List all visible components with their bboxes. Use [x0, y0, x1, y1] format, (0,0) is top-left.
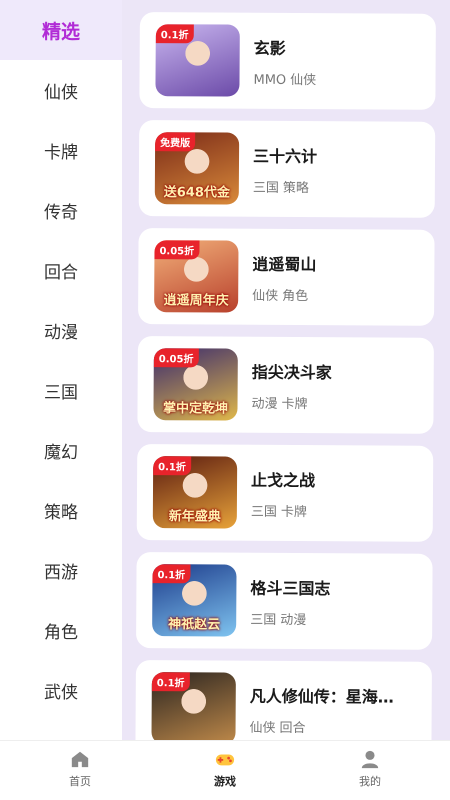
game-tag: 角色	[282, 288, 309, 304]
game-tag: 仙侠	[252, 288, 279, 304]
game-title: 指尖决斗家	[251, 362, 332, 382]
game-tag: 卡牌	[280, 504, 307, 520]
game-info: 指尖决斗家动漫 卡牌	[251, 358, 433, 412]
game-tags: 三国 动漫	[250, 608, 432, 628]
game-tag: 仙侠	[290, 72, 317, 88]
category-item[interactable]: 角色	[0, 600, 122, 660]
category-item[interactable]: 动漫	[0, 300, 122, 360]
nav-games-label: 游戏	[214, 775, 236, 788]
category-item[interactable]: 回合	[0, 240, 122, 300]
app-root: 精选 仙侠 卡牌 传奇 回合 动漫 三国 魔幻 策略 西游 角色 武侠 0.1折 玄影 MMO 仙侠 免费版送…	[0, 0, 450, 800]
game-card[interactable]: 0.05折 逍遥周年庆 逍遥蜀山 仙侠 角色	[138, 228, 435, 326]
category-item[interactable]: 传奇	[0, 180, 122, 240]
game-tags: 动漫 卡牌	[251, 392, 433, 412]
thumbnail-caption: 掌中定乾坤	[162, 401, 229, 417]
category-item[interactable]: 精选	[0, 0, 122, 60]
game-title: 三十六计	[252, 146, 318, 166]
game-card[interactable]: 0.05折 掌中定乾坤 指尖决斗家 动漫 卡牌	[137, 336, 434, 434]
discount-badge: 免费版	[155, 132, 196, 152]
game-tag: 回合	[279, 720, 306, 736]
category-item[interactable]: 仙侠	[0, 60, 122, 120]
game-tags: 三国 卡牌	[251, 500, 433, 520]
game-tag: 卡牌	[281, 396, 308, 412]
category-sidebar: 精选 仙侠 卡牌 传奇 回合 动漫 三国 魔幻 策略 西游 角色 武侠	[0, 0, 122, 740]
game-info: 玄影 MMO 仙侠	[253, 34, 435, 88]
game-thumbnail: 0.1折新年盛典	[152, 456, 238, 529]
game-info: 三十六计三国 策略	[253, 142, 435, 196]
thumbnail-caption: 送648代金	[163, 185, 230, 201]
game-card[interactable]: 0.1折 新年盛典 止戈之战 三国 卡牌	[136, 444, 434, 542]
game-tags: MMO 仙侠	[253, 68, 435, 88]
game-card[interactable]: 0.1折凡人修仙传：星海飞驰仙侠 回合	[135, 660, 432, 740]
category-item[interactable]: 西游	[0, 540, 122, 600]
nav-home[interactable]: 首页	[40, 741, 120, 800]
game-title: 凡人修仙传：星海飞驰	[249, 686, 400, 707]
thumbnail-caption: 新年盛典	[168, 509, 221, 525]
game-tag: 策略	[282, 180, 309, 196]
game-thumbnail: 0.05折掌中定乾坤	[153, 348, 238, 421]
discount-badge: 0.05折	[153, 348, 199, 368]
user-icon	[361, 750, 379, 769]
game-info: 格斗三国志三国 动漫	[250, 574, 432, 628]
game-card[interactable]: 0.1折 神祇赵云 格斗三国志 三国 动漫	[136, 552, 433, 650]
game-tag: MMO	[253, 72, 287, 88]
game-tag: 仙侠	[249, 720, 276, 736]
game-title: 格斗三国志	[250, 578, 331, 598]
game-title: 玄影	[253, 38, 286, 58]
game-info: 凡人修仙传：星海飞驰仙侠 回合	[250, 682, 432, 736]
game-thumbnail: 0.1折	[155, 24, 240, 97]
game-card[interactable]: 免费版 送648代金 三十六计 三国 策略	[138, 120, 436, 218]
game-title: 逍遥蜀山	[252, 254, 317, 274]
game-tag: 三国	[252, 180, 279, 196]
gamepad-icon	[215, 754, 235, 766]
character-art	[177, 38, 218, 89]
thumbnail-caption: 神祇赵云	[168, 617, 221, 633]
discount-badge: 0.1折	[152, 564, 191, 584]
discount-badge: 0.05折	[154, 240, 200, 260]
game-list-area[interactable]: 0.1折 玄影 MMO 仙侠 免费版 送648代金 三十六计 三国 策略 0.05折 逍遥周年庆 逍遥…	[122, 0, 450, 740]
game-thumbnail: 0.05折逍遥周年庆	[154, 240, 239, 313]
character-art	[173, 686, 214, 737]
nav-mine-label: 我的	[359, 775, 381, 788]
game-thumbnail: 0.1折神祇赵云	[152, 564, 237, 637]
thumbnail-caption: 逍遥周年庆	[163, 293, 229, 309]
game-thumbnail: 免费版送648代金	[154, 132, 240, 205]
game-title: 止戈之战	[251, 470, 316, 490]
home-icon	[71, 751, 89, 768]
category-item[interactable]: 魔幻	[0, 420, 122, 480]
game-list: 0.1折 玄影 MMO 仙侠 免费版 送648代金 三十六计 三国 策略 0.05折 逍遥周年庆 逍遥…	[131, 0, 446, 740]
discount-badge: 0.1折	[151, 672, 190, 692]
nav-games[interactable]: 游戏	[185, 741, 265, 800]
game-tags: 仙侠 角色	[252, 284, 434, 304]
nav-home-label: 首页	[69, 775, 91, 788]
nav-mine[interactable]: 我的	[330, 741, 410, 800]
game-card[interactable]: 0.1折玄影 MMO 仙侠	[139, 12, 436, 110]
game-tag: 动漫	[251, 396, 278, 412]
game-info: 逍遥蜀山仙侠 角色	[252, 250, 434, 304]
game-tag: 动漫	[280, 612, 307, 628]
discount-badge: 0.1折	[155, 24, 194, 44]
game-tag: 三国	[250, 504, 277, 520]
game-info: 止戈之战三国 卡牌	[251, 466, 433, 520]
discount-badge: 0.1折	[153, 456, 191, 476]
category-item[interactable]: 卡牌	[0, 120, 122, 180]
game-tags: 仙侠 回合	[250, 716, 432, 736]
game-thumbnail: 0.1折	[151, 672, 236, 740]
game-tags: 三国 策略	[253, 176, 435, 196]
category-item[interactable]: 武侠	[0, 660, 122, 720]
game-tag: 三国	[250, 612, 277, 628]
bottom-nav: 首页 游戏 我的	[0, 740, 450, 800]
category-item[interactable]: 三国	[0, 360, 122, 420]
category-item[interactable]: 策略	[0, 480, 122, 540]
